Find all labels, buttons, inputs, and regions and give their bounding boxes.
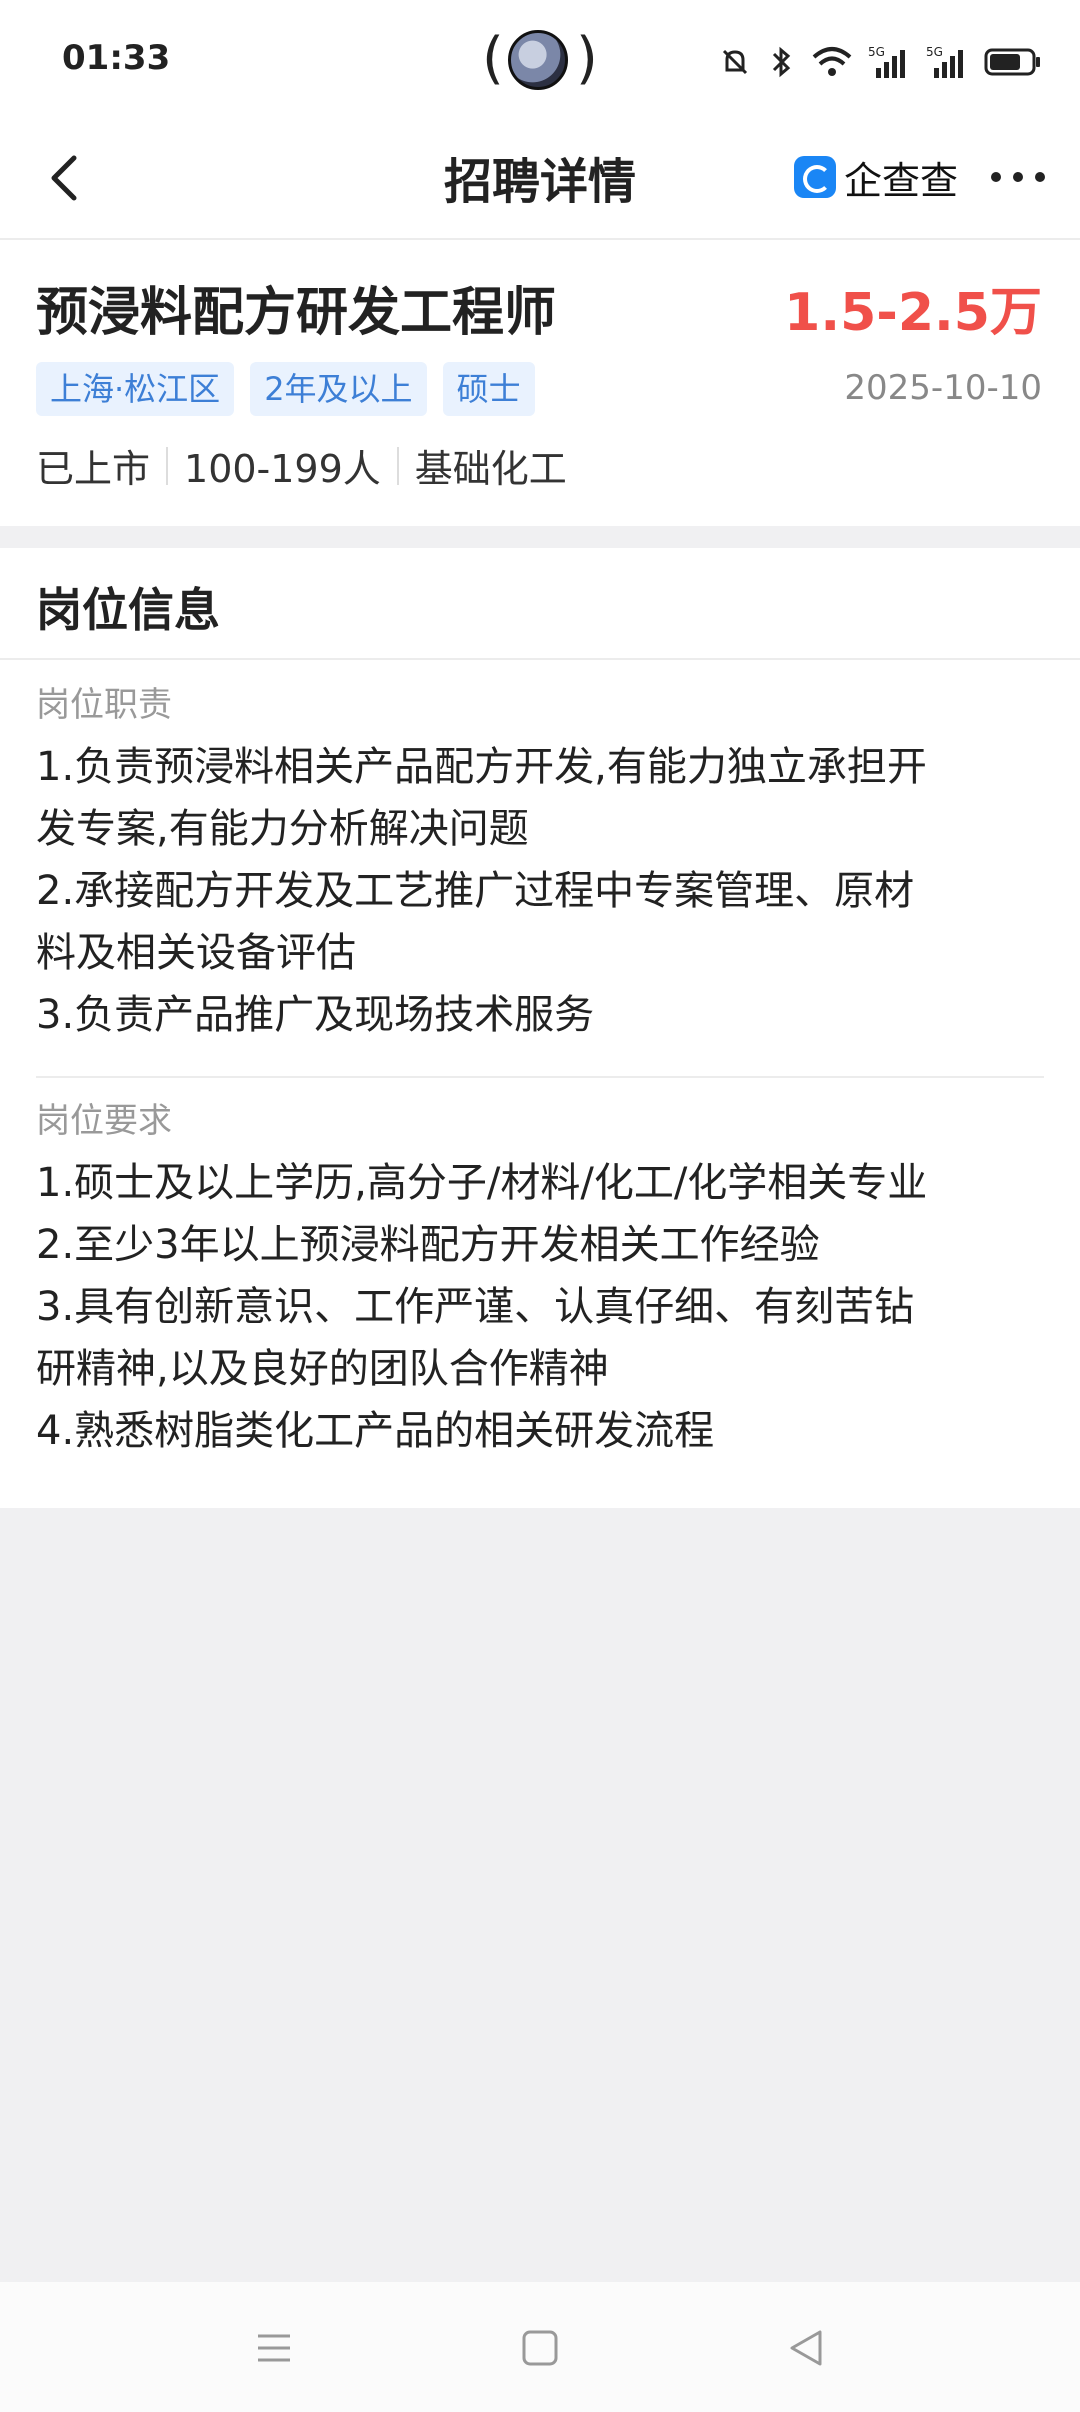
status-time: 01:33	[62, 38, 171, 78]
publish-date: 2025-10-10	[844, 368, 1042, 408]
more-icon[interactable]	[986, 150, 1050, 204]
requirement-line: 2.至少3年以上预浸料配方开发相关工作经验	[36, 1222, 820, 1268]
job-info-section: 岗位信息 岗位职责 1.负责预浸料相关产品配方开发,有能力独立承担开 发专案,有…	[0, 548, 1080, 1508]
duties-label: 岗位职责	[36, 685, 172, 725]
svg-text:5G: 5G	[926, 45, 943, 59]
requirements-block: 岗位要求 1.硕士及以上学历,高分子/材料/化工/化学相关专业 2.至少3年以上…	[36, 1098, 1046, 1462]
requirement-line: 4.熟悉树脂类化工产品的相关研发流程	[36, 1408, 715, 1454]
requirements-label: 岗位要求	[36, 1101, 172, 1141]
wifi-icon	[812, 47, 852, 76]
battery-icon	[984, 48, 1040, 76]
duty-line: 1.负责预浸料相关产品配方开发,有能力独立承担开	[36, 744, 927, 790]
signal-5g-icon: 5G	[868, 45, 905, 78]
company-listing: 已上市	[36, 447, 151, 491]
tag-experience: 2年及以上	[250, 362, 427, 416]
section-title: 岗位信息	[36, 583, 220, 637]
tag-education: 硕士	[442, 362, 535, 416]
company-meta: 已上市 100-199人 基础化工	[36, 438, 567, 493]
salary: 1.5-2.5万	[784, 283, 1042, 343]
requirement-line: 1.硕士及以上学历,高分子/材料/化工/化学相关专业	[36, 1160, 928, 1206]
company-size: 100-199人	[184, 447, 381, 491]
nav-bar: 招聘详情 企查查	[0, 120, 1080, 240]
duty-line: 3.负责产品推广及现场技术服务	[36, 992, 595, 1038]
requirement-line: 3.具有创新意识、工作严谨、认真仔细、有刻苦钻	[36, 1284, 915, 1330]
divider	[166, 446, 169, 485]
qichacha-brand-button[interactable]: 企查查	[794, 150, 958, 204]
divider	[36, 1076, 1044, 1078]
home-icon[interactable]	[516, 2324, 564, 2372]
requirement-line: 研精神,以及良好的团队合作精神	[36, 1346, 609, 1392]
signal-5g-icon: 5G	[926, 45, 963, 78]
company-industry: 基础化工	[414, 447, 567, 491]
job-tags: 上海·松江区 2年及以上 硕士	[36, 362, 535, 416]
tag-location: 上海·松江区	[36, 362, 235, 416]
duty-line: 2.承接配方开发及工艺推广过程中专案管理、原材	[36, 868, 915, 914]
avatar	[508, 30, 568, 90]
system-nav-bar	[0, 2282, 1080, 2412]
duty-line: 发专案,有能力分析解决问题	[36, 806, 529, 852]
job-title: 预浸料配方研发工程师	[36, 283, 557, 343]
divider	[396, 446, 399, 485]
brand-label: 企查查	[844, 158, 959, 203]
duty-line: 料及相关设备评估	[36, 930, 356, 976]
camera-island: ( )	[482, 26, 598, 91]
qichacha-logo-icon	[794, 156, 836, 198]
mute-icon	[722, 49, 748, 75]
divider	[0, 658, 1080, 660]
svg-text:5G: 5G	[868, 45, 885, 59]
job-header-card: 预浸料配方研发工程师 1.5-2.5万 上海·松江区 2年及以上 硕士 2025…	[0, 240, 1080, 526]
duties-block: 岗位职责 1.负责预浸料相关产品配方开发,有能力独立承担开 发专案,有能力分析解…	[36, 682, 1046, 1046]
status-icons: 5G 5G	[718, 38, 1042, 86]
bluetooth-icon	[772, 46, 791, 78]
back-nav-icon[interactable]	[782, 2324, 830, 2372]
status-bar: 01:33 ( ) 5G 5G	[0, 0, 1080, 120]
menu-icon[interactable]	[250, 2324, 298, 2372]
